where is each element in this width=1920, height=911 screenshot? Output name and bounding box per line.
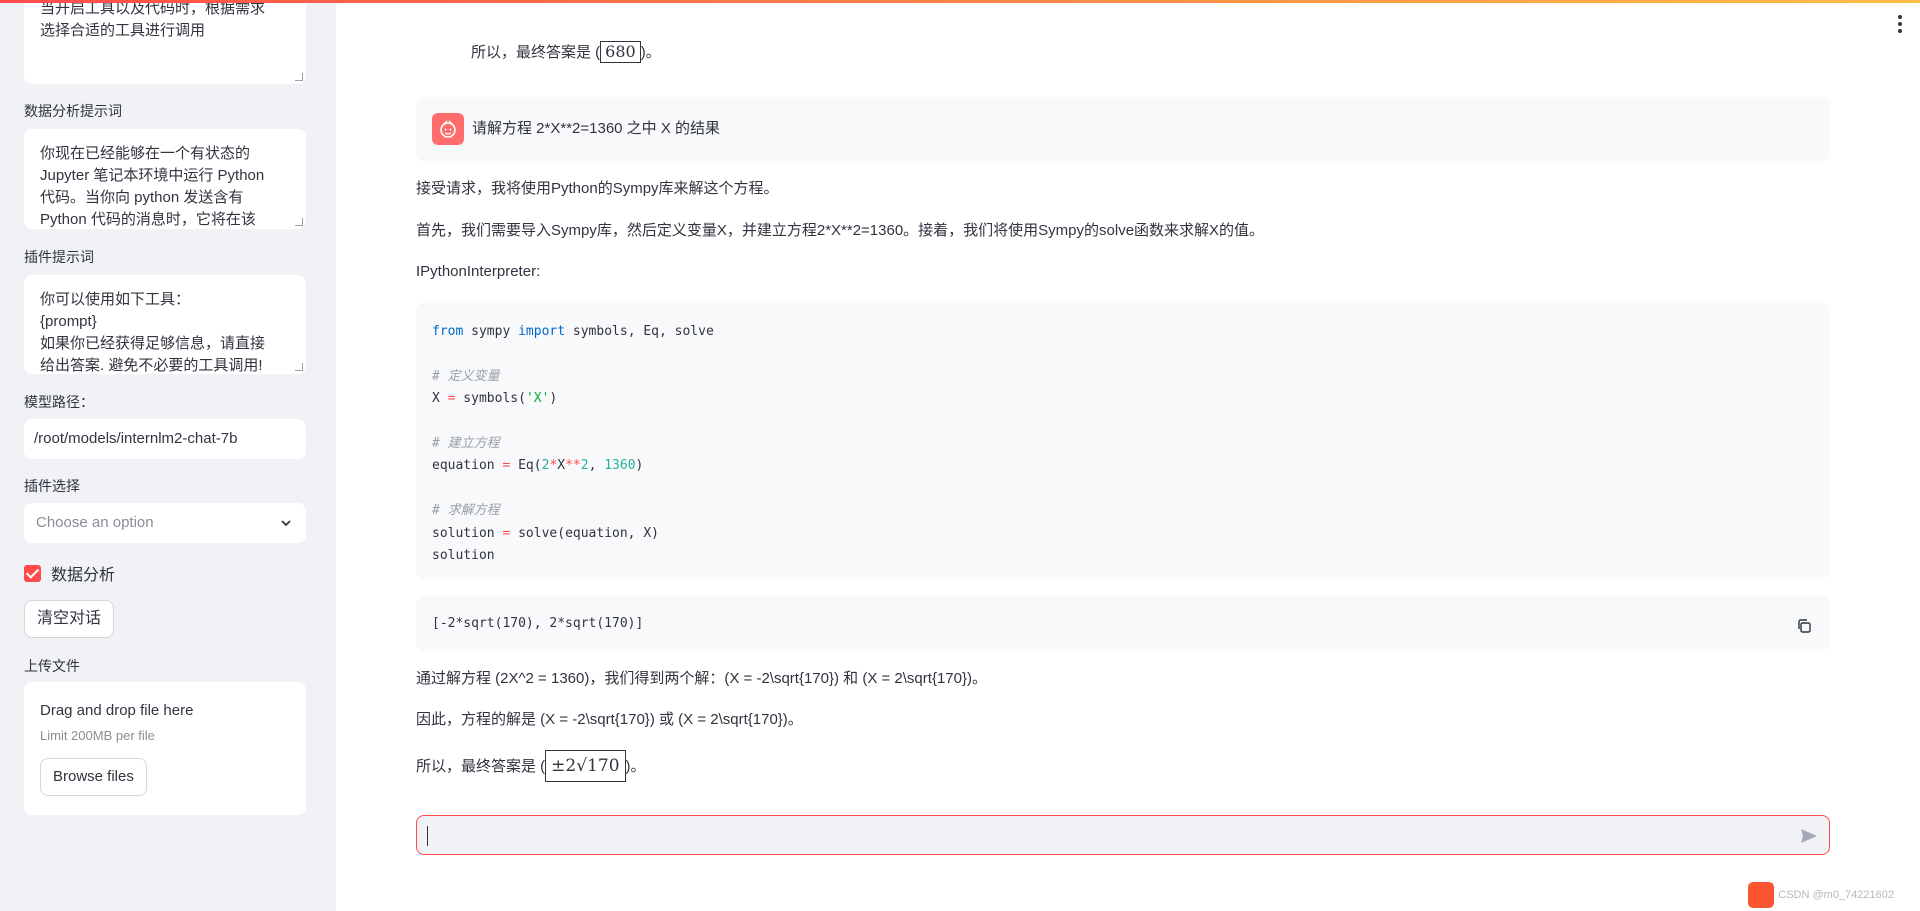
assistant-reply-1: 接受请求，我将使用Python的Sympy库来解这个方程。 <box>416 180 779 197</box>
textarea-line: Jupyter 笔记本环境中运行 Python <box>40 167 265 184</box>
final-answer: 所以，最终答案是 (±2√170)。 <box>416 750 646 784</box>
watermark: CSDN @m0_74221602 <box>1748 882 1894 908</box>
model-path-label: 模型路径： <box>24 394 94 410</box>
textarea-line: Python 代码的消息时，它将在该 <box>40 211 256 228</box>
user-avatar-icon <box>432 113 464 145</box>
textarea-line: 你现在已经能够在一个有状态的 <box>40 145 251 162</box>
result-text-2: 因此，方程的解是 (X = -2\sqrt{170}) 或 (X = 2\sqr… <box>416 711 803 728</box>
textarea-line: 代码。当你向 python 发送含有 <box>40 189 244 206</box>
code-line: X = symbols('X') <box>432 391 558 407</box>
csdn-logo-icon <box>1748 882 1775 908</box>
resize-handle[interactable] <box>295 73 303 81</box>
chat-input[interactable] <box>416 815 1830 855</box>
plugin-select-label: 插件选择 <box>24 478 80 494</box>
file-uploader[interactable]: Drag and drop file here Limit 200MB per … <box>24 682 306 815</box>
text-caret <box>427 826 428 846</box>
upload-limit: Limit 200MB per file <box>40 728 155 743</box>
upload-label: 上传文件 <box>24 658 80 674</box>
boxed-answer: 680 <box>600 41 641 63</box>
checkbox-label: 数据分析 <box>51 567 116 584</box>
textarea-line: 如果你已经获得足够信息，请直接 <box>40 335 266 352</box>
code-line: from sympy import symbols, Eq, solve <box>432 324 714 339</box>
data-analysis-prompt-textarea[interactable]: 你现在已经能够在一个有状态的 Jupyter 笔记本环境中运行 Python 代… <box>24 129 306 229</box>
code-comment: # 建立方程 <box>432 435 500 451</box>
browse-files-button[interactable]: Browse files <box>40 758 147 796</box>
sidebar: 当开启工具以及代码时，根据需求 选择合适的工具进行调用 数据分析提示词 你现在已… <box>0 0 336 911</box>
checkbox-checked-icon[interactable] <box>24 564 41 582</box>
textarea-line: 给出答案. 避免不必要的工具调用! <box>40 357 263 374</box>
send-icon[interactable] <box>1799 826 1819 846</box>
watermark-text: CSDN @m0_74221602 <box>1778 889 1894 901</box>
user-message-text: 请解方程 2*X**2=1360 之中 X 的结果 <box>472 120 721 137</box>
data-analysis-checkbox[interactable]: 数据分析 <box>24 561 115 585</box>
previous-answer: 所以，最终答案是 (680)。 <box>471 41 661 64</box>
output-block: [-2*sqrt(170), 2*sqrt(170)] <box>416 596 1830 651</box>
upload-title: Drag and drop file here <box>40 702 194 719</box>
assistant-reply-2: 首先，我们需要导入Sympy库，然后定义变量X，并建立方程2*X**2=1360… <box>416 222 1265 239</box>
answer-suffix: )。 <box>625 758 646 775</box>
select-placeholder: Choose an option <box>36 514 154 531</box>
answer-suffix: )。 <box>640 44 661 61</box>
textarea-line: 你可以使用如下工具： <box>40 291 191 308</box>
code-line: equation = Eq(2*X**2, 1360) <box>432 458 644 474</box>
data-analysis-prompt-label: 数据分析提示词 <box>24 103 122 119</box>
answer-prefix: 所以，最终答案是 ( <box>471 44 601 61</box>
model-path-input[interactable]: /root/models/internlm2-chat-7b <box>24 419 306 459</box>
textarea-line: {prompt} <box>40 313 97 330</box>
user-message: 请解方程 2*X**2=1360 之中 X 的结果 <box>416 97 1830 161</box>
main-area: 所以，最终答案是 (680)。 请解方程 2*X**2=1360 之中 X 的结… <box>336 0 1920 911</box>
boxed-answer: ±2√170 <box>545 750 626 782</box>
resize-handle[interactable] <box>295 363 303 371</box>
plugin-prompt-textarea[interactable]: 你可以使用如下工具： {prompt} 如果你已经获得足够信息，请直接 给出答案… <box>24 275 306 374</box>
result-text-1: 通过解方程 (2X^2 = 1360)，我们得到两个解：(X = -2\sqrt… <box>416 670 987 687</box>
plugin-select[interactable]: Choose an option <box>24 503 306 543</box>
code-comment: # 求解方程 <box>432 503 500 519</box>
chevron-down-icon <box>281 520 291 527</box>
resize-handle[interactable] <box>295 218 303 226</box>
copy-icon[interactable] <box>1796 618 1812 634</box>
code-block: from sympy import symbols, Eq, solve # 定… <box>416 303 1830 579</box>
code-line: solution <box>432 547 495 563</box>
output-text: [-2*sqrt(170), 2*sqrt(170)] <box>432 616 644 631</box>
kebab-menu-icon[interactable] <box>1898 15 1902 33</box>
interpreter-label: IPythonInterpreter: <box>416 263 541 280</box>
top-decoration-bar <box>0 0 1920 3</box>
textarea-line: 当开启工具以及代码时，根据需求 <box>40 0 266 17</box>
code-comment: # 定义变量 <box>432 368 500 384</box>
answer-prefix: 所以，最终答案是 ( <box>416 758 546 775</box>
code-line: solution = solve(equation, X) <box>432 525 659 541</box>
plugin-prompt-label: 插件提示词 <box>24 249 94 265</box>
clear-conversation-button[interactable]: 清空对话 <box>24 600 115 638</box>
textarea-line: 选择合适的工具进行调用 <box>40 22 206 39</box>
tool-prompt-textarea[interactable]: 当开启工具以及代码时，根据需求 选择合适的工具进行调用 <box>24 0 306 84</box>
